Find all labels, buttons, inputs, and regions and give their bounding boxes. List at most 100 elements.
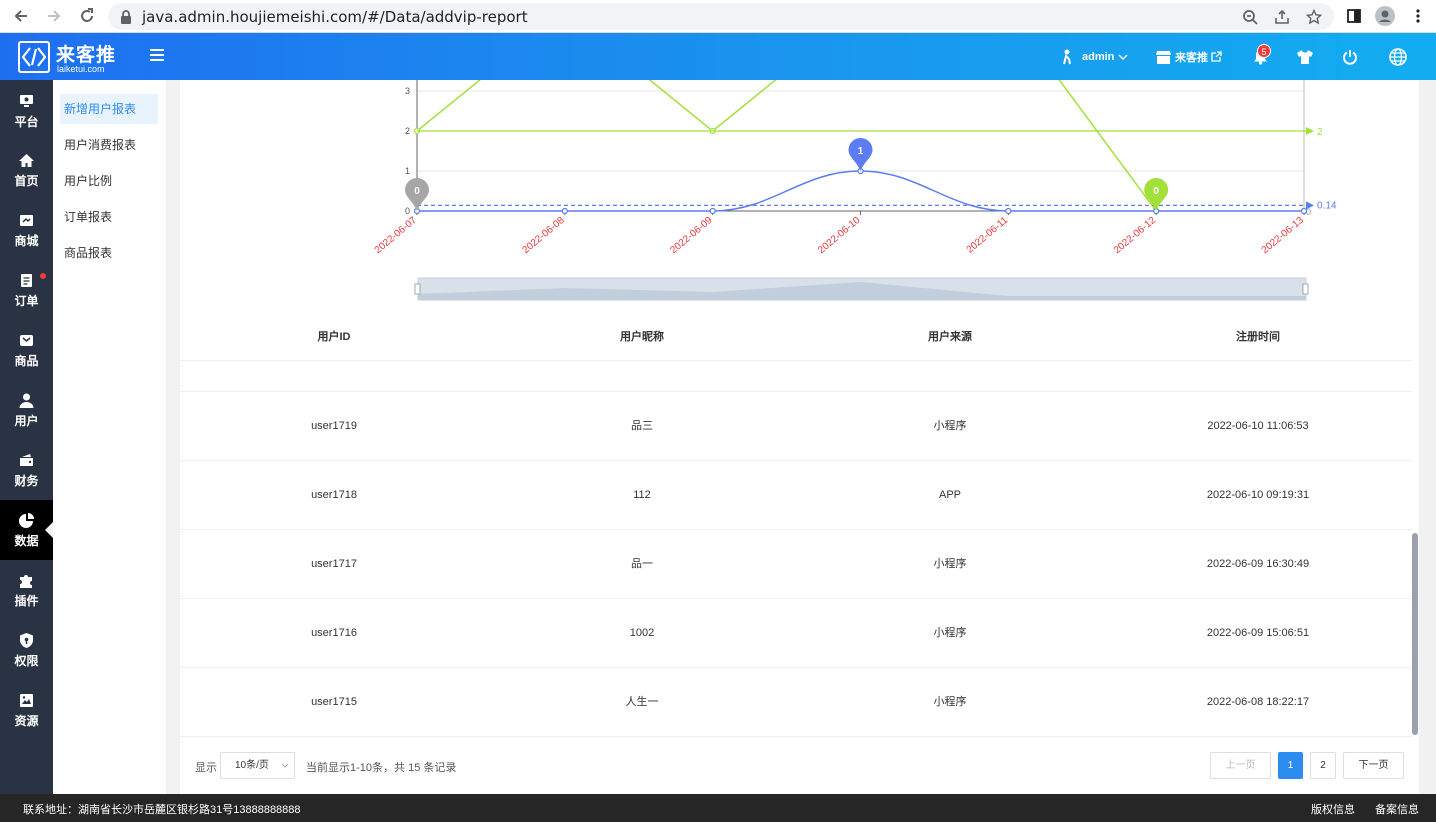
address-bar[interactable]: java.admin.houjiemeishi.com/#/Data/addvi… (108, 3, 1334, 30)
page-size-label: 显示 (195, 762, 217, 774)
cell-register-time: 2022-06-08 18:22:17 (1206, 696, 1310, 708)
cell-source: APP (938, 489, 961, 501)
sidebar-item-mall[interactable]: 商城 (0, 200, 53, 260)
table-row[interactable]: user1716 1002 小程序 2022-06-09 15:06:51 (180, 599, 1412, 668)
cell-register-time: 2022-06-09 15:06:51 (1206, 627, 1310, 639)
cell-source: 小程序 (933, 696, 967, 708)
prev-page-button[interactable]: 上一页 (1210, 752, 1271, 779)
max-pin-blue-label: 1 (858, 146, 864, 157)
back-arrow-icon[interactable] (9, 4, 33, 28)
star-icon[interactable] (1306, 9, 1322, 25)
next-page-button[interactable]: 下一页 (1343, 752, 1404, 779)
x-tick-label: 2022-06-09 (668, 215, 715, 257)
admin-username: admin (1082, 50, 1115, 63)
admin-user-menu[interactable]: admin (1061, 33, 1128, 80)
datazoom-handle-left (414, 283, 421, 295)
sidebar-item-order[interactable]: 订单 (0, 260, 53, 320)
sidebar-item-label: 平台 (14, 115, 39, 129)
sidebar-item-user[interactable]: 用户 (0, 380, 53, 440)
column-header-user-id[interactable]: 用户ID (265, 314, 403, 361)
table-row[interactable]: user1718 112 APP 2022-06-10 09:19:31 (180, 461, 1412, 530)
footer-copyright-link[interactable]: 版权信息 (1311, 801, 1355, 817)
power-icon (1343, 49, 1357, 65)
avg-label-blue: 0.14 (1317, 200, 1337, 211)
submenu-item-order-report[interactable]: 订单报表 (60, 202, 158, 232)
footer-record-link[interactable]: 备案信息 (1375, 801, 1419, 817)
reload-icon[interactable] (75, 4, 99, 28)
submenu-item-user-ratio[interactable]: 用户比例 (60, 166, 158, 196)
cell-source: 小程序 (933, 558, 967, 570)
mall-icon (20, 215, 33, 226)
report-submenu: 新增用户报表 用户消费报表 用户比例 订单报表 商品报表 (53, 80, 166, 794)
submenu-item-new-user-report[interactable]: 新增用户报表 (60, 94, 158, 124)
order-alert-dot (40, 273, 46, 279)
cell-register-time: 2022-06-10 11:06:53 (1207, 420, 1309, 432)
min-pin-green-label: 0 (1153, 186, 1159, 197)
home-icon (19, 154, 34, 167)
sidebar-item-home[interactable]: 首页 (0, 140, 53, 200)
user-icon (19, 393, 34, 408)
series-point-blue (1005, 207, 1012, 215)
cell-nickname: 品一 (631, 558, 653, 570)
y-tick-label: 3 (405, 86, 410, 96)
language-button[interactable] (1389, 33, 1407, 80)
more-menu-icon[interactable] (1407, 5, 1429, 27)
y-tick-label: 1 (405, 166, 410, 176)
lock-icon (121, 10, 131, 24)
sidebar-item-label: 商城 (14, 234, 39, 248)
sidebar-item-finance[interactable]: 财务 (0, 440, 53, 500)
sidebar-item-label: 权限 (14, 654, 39, 668)
sidebar-item-goods[interactable]: 商品 (0, 320, 53, 380)
cell-nickname: 112 (633, 489, 651, 501)
cell-source: 小程序 (933, 627, 967, 639)
table-row[interactable]: user1717 品一 小程序 2022-06-09 16:30:49 (180, 530, 1412, 599)
page-size-select[interactable]: 10条/页 (220, 752, 295, 779)
page-2-button[interactable]: 2 (1310, 752, 1336, 779)
column-header-register-time[interactable]: 注册时间 (1188, 314, 1328, 361)
sidepanel-icon[interactable] (1343, 5, 1365, 27)
submenu-item-user-consumption-report[interactable]: 用户消费报表 (60, 130, 158, 160)
series-point-blue (709, 207, 716, 215)
sidebar-item-resource[interactable]: 资源 (0, 680, 53, 740)
menu-toggle-icon[interactable] (150, 48, 164, 62)
sidebar-item-label: 资源 (14, 714, 39, 728)
forward-arrow-icon[interactable] (42, 4, 66, 28)
series-point-blue (1300, 207, 1308, 215)
footer-address: 联系地址：湖南省长沙市岳麓区银杉路31号13888888888 (23, 804, 301, 816)
sidebar-item-platform[interactable]: 平台 (0, 80, 53, 140)
goods-icon (20, 335, 33, 346)
scrollbar-track[interactable] (1419, 80, 1436, 794)
table-row[interactable]: user1719 品三 小程序 2022-06-10 11:06:53 (180, 392, 1412, 461)
table-row[interactable]: user1715 人生一 小程序 2022-06-08 18:22:17 (180, 668, 1412, 737)
chevron-down-icon (281, 763, 289, 768)
theme-button[interactable] (1297, 33, 1313, 80)
submenu-item-goods-report[interactable]: 商品报表 (60, 238, 158, 268)
sidebar-item-label: 用户 (14, 414, 39, 428)
sidebar-item-plugin[interactable]: 插件 (0, 560, 53, 620)
cell-register-time: 2022-06-09 16:30:49 (1206, 558, 1310, 570)
sidebar-item-data[interactable]: 数据 (0, 500, 53, 560)
column-header-nickname[interactable]: 用户昵称 (573, 314, 711, 361)
page-1-button[interactable]: 1 (1278, 752, 1303, 779)
user-figure-icon (1063, 49, 1071, 64)
profile-avatar-icon[interactable] (1374, 5, 1396, 27)
external-link-icon (1211, 51, 1222, 62)
datazoom-handle-right (1302, 283, 1309, 295)
sidebar-item-permission[interactable]: 权限 (0, 620, 53, 680)
cell-user-id: user1717 (311, 558, 357, 570)
share-icon[interactable] (1274, 9, 1290, 25)
logout-button[interactable] (1342, 33, 1358, 80)
store-link[interactable]: 来客推 (1156, 33, 1222, 80)
chevron-down-icon (1118, 53, 1128, 60)
column-header-source[interactable]: 用户来源 (880, 314, 1020, 361)
min-pin-blue-label: 0 (414, 186, 420, 197)
url-text: java.admin.houjiemeishi.com/#/Data/addvi… (142, 8, 528, 26)
x-tick-label: 2022-06-08 (521, 215, 568, 257)
platform-icon (20, 95, 33, 107)
scrollbar-thumb[interactable] (1412, 533, 1418, 735)
globe-icon (1389, 47, 1407, 66)
cell-user-id: user1718 (311, 489, 357, 501)
cell-source: 小程序 (933, 420, 967, 432)
zoom-icon[interactable] (1242, 9, 1258, 25)
x-tick-label: 2022-06-12 (1112, 215, 1159, 257)
